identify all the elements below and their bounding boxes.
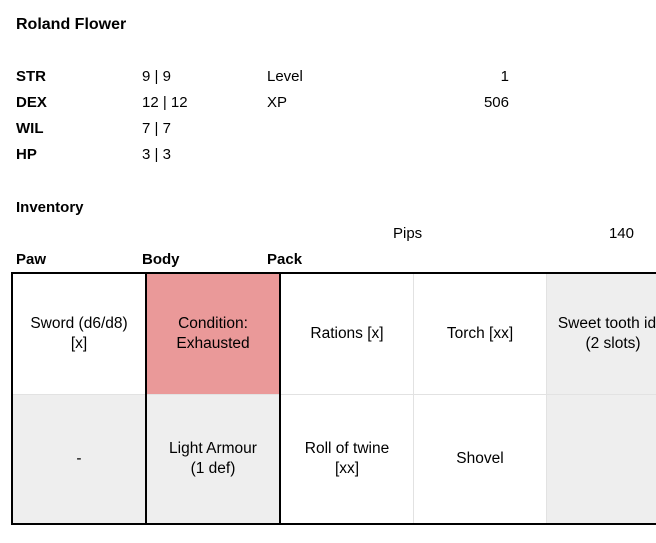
- stat-label-wil: WIL: [16, 120, 44, 137]
- stat-value-dex[interactable]: 12 | 12: [142, 94, 188, 112]
- inventory-grid: Sword (d6/d8) [x] Condition: Exhausted R…: [11, 272, 656, 525]
- pack-slot-2[interactable]: Torch [xx]: [413, 272, 547, 395]
- pips-label: Pips: [393, 225, 423, 242]
- inventory-title: Inventory: [16, 199, 84, 216]
- body-slot-1-condition[interactable]: Condition: Exhausted: [145, 272, 281, 395]
- pack-slot-4[interactable]: Roll of twine [xx]: [279, 394, 414, 525]
- column-header-pack: Pack: [267, 251, 303, 268]
- character-name: Roland Flower: [16, 16, 127, 33]
- paw-slot-1[interactable]: Sword (d6/d8) [x]: [11, 272, 147, 395]
- column-header-paw: Paw: [16, 251, 47, 268]
- stat-value-str[interactable]: 9 | 9: [142, 68, 171, 86]
- column-header-body: Body: [142, 251, 180, 268]
- stat-value-wil[interactable]: 7 | 7: [142, 120, 171, 138]
- level-value[interactable]: 1: [440, 68, 509, 86]
- paw-slot-2[interactable]: -: [11, 394, 147, 525]
- pips-value[interactable]: 140: [560, 225, 634, 243]
- xp-value[interactable]: 506: [440, 94, 509, 112]
- pack-slot-5[interactable]: Shovel: [413, 394, 547, 525]
- xp-label: XP: [267, 94, 288, 111]
- stat-value-hp[interactable]: 3 | 3: [142, 146, 171, 164]
- body-slot-2[interactable]: Light Armour (1 def): [145, 394, 281, 525]
- stat-label-dex: DEX: [16, 94, 47, 111]
- pack-slot-3[interactable]: Sweet tooth idol (2 slots): [546, 272, 656, 395]
- stat-label-hp: HP: [16, 146, 37, 163]
- inventory-row: - Light Armour (1 def) Roll of twine [xx…: [11, 394, 656, 525]
- pack-slot-1[interactable]: Rations [x]: [279, 272, 414, 395]
- inventory-row: Sword (d6/d8) [x] Condition: Exhausted R…: [11, 272, 656, 395]
- stat-label-str: STR: [16, 68, 46, 85]
- level-label: Level: [267, 68, 303, 85]
- pack-slot-6[interactable]: [546, 394, 656, 525]
